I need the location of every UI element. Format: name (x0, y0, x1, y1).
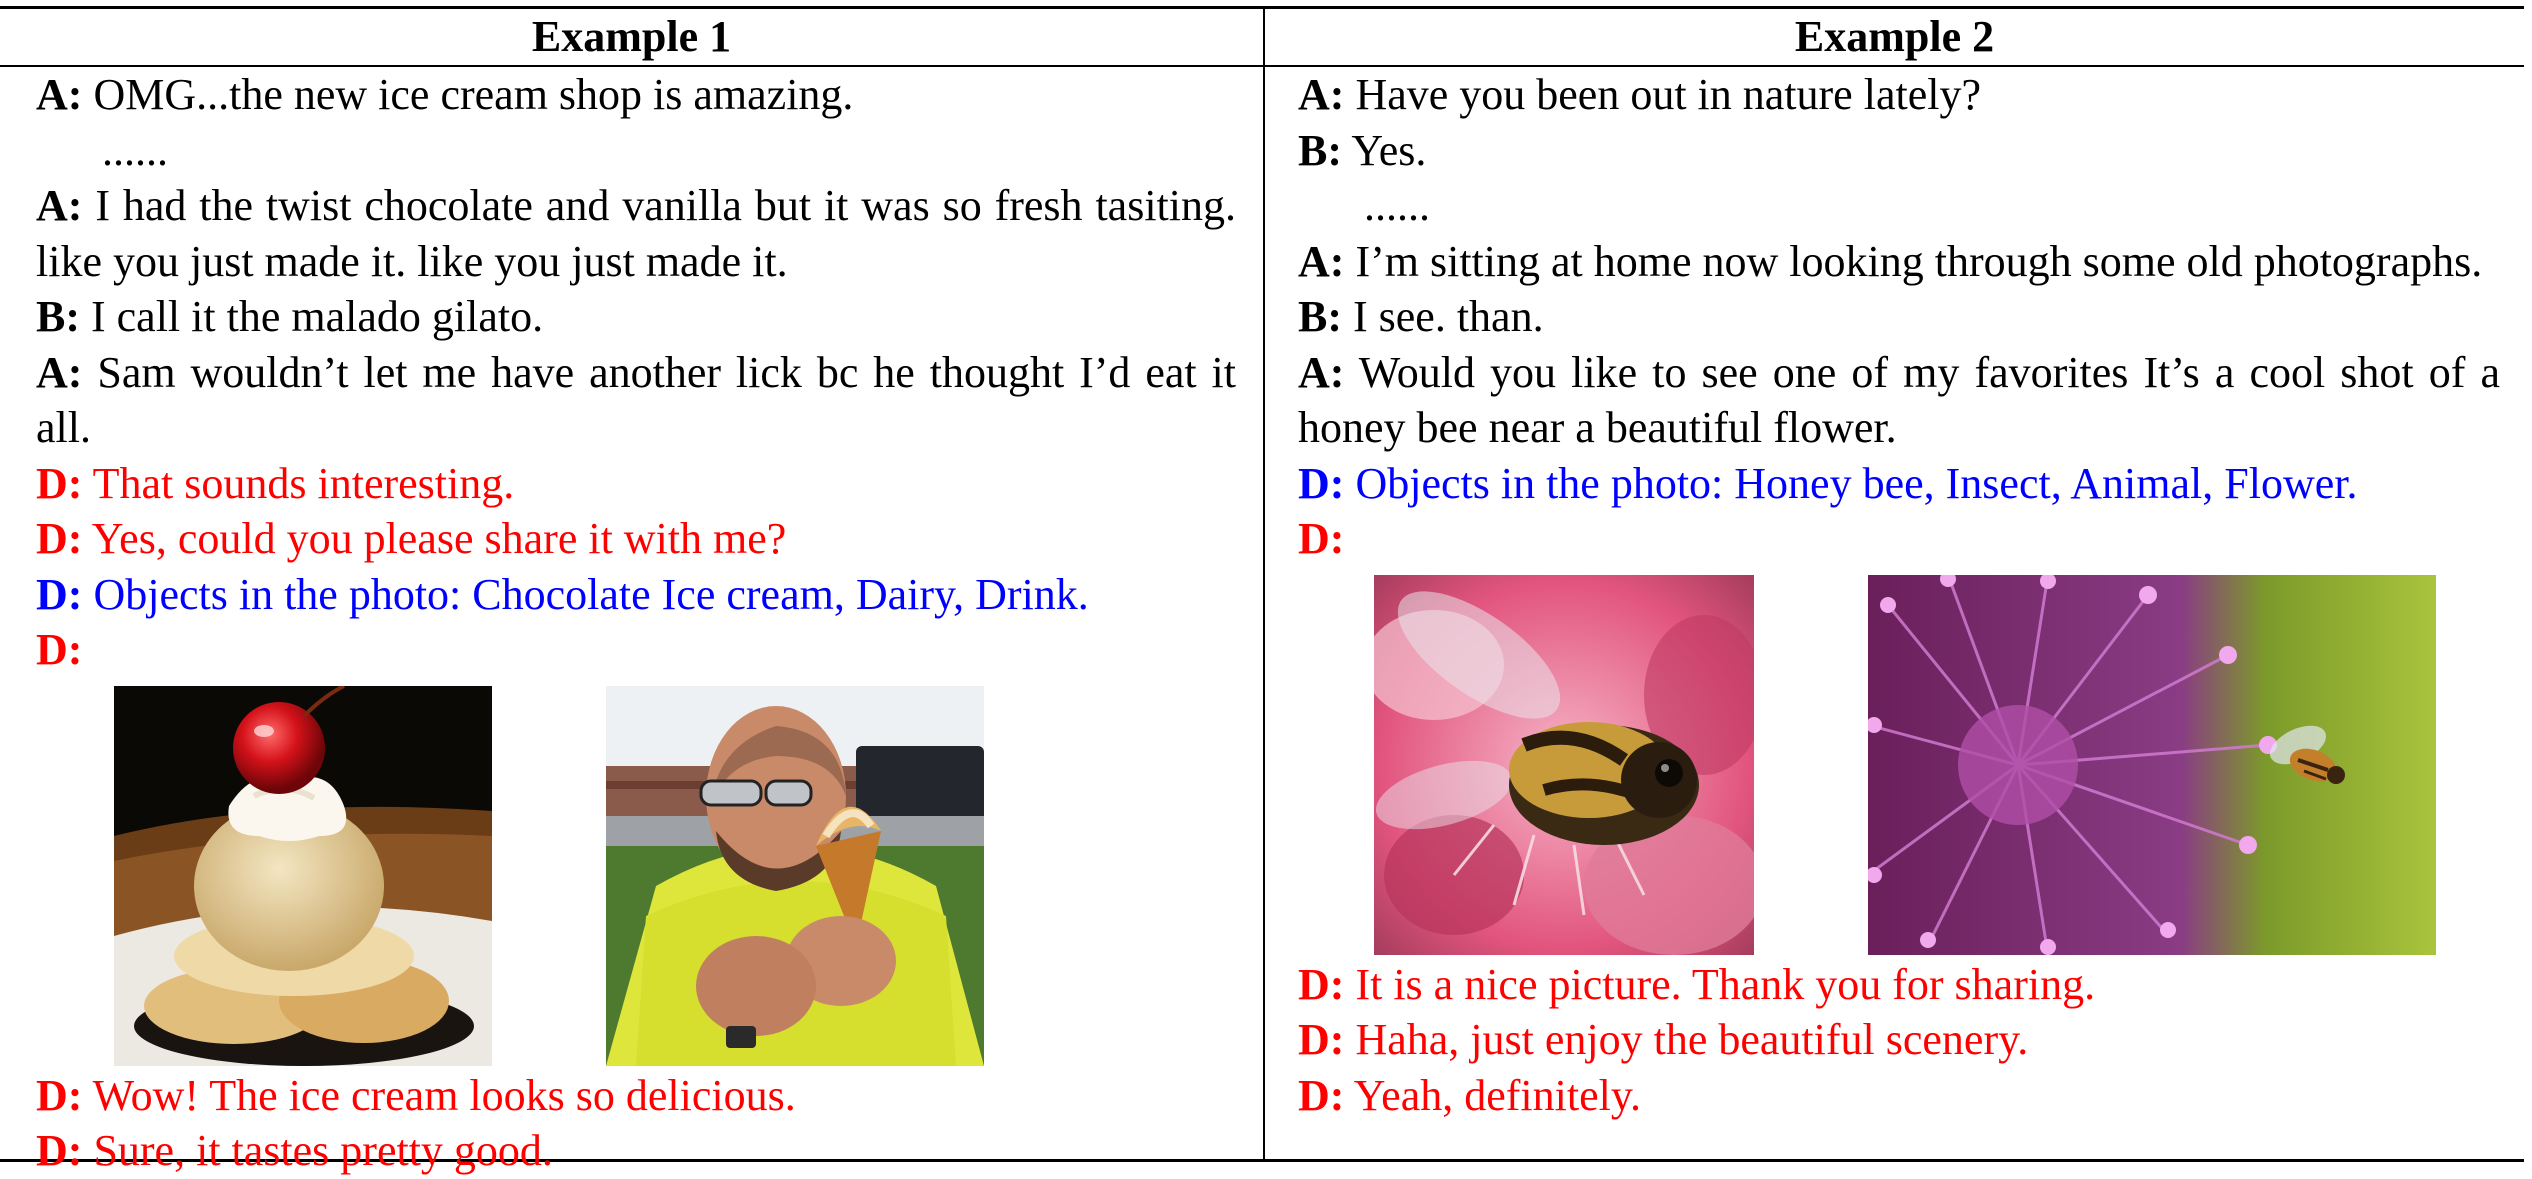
dialogue-turn: B: Yes. (1298, 125, 1427, 175)
dialogue-turn-system: D: That sounds interesting. (36, 458, 515, 508)
dialogue-turn-objects: D: Objects in the photo: Honey bee, Inse… (1298, 458, 2358, 508)
example-1-dialogue: A: OMG...the new ice cream shop is amazi… (36, 67, 1236, 1179)
dialogue-turn-system: D: Sure, it tastes pretty good. (36, 1126, 553, 1175)
dialogue-turn: A: I’m sitting at home now looking throu… (1298, 236, 2483, 286)
dialogue-turn-objects: D: Objects in the photo: Chocolate Ice c… (36, 569, 1089, 619)
dialogue-turn: A: Would you like to see one of my favor… (1298, 347, 2500, 453)
header-example-1: Example 1 (531, 12, 732, 61)
example-2-image-row (1298, 567, 2500, 957)
column-divider (1263, 9, 1265, 1159)
example-2-dialogue: A: Have you been out in nature lately? B… (1298, 67, 2500, 1123)
dialogue-turn-system: D: (1298, 514, 1345, 563)
bee-on-pink-flower-photo (1374, 574, 1754, 955)
dialogue-turn-system: D: Yeah, definitely. (1298, 1070, 1641, 1120)
dialogue-turn: A: I had the twist chocolate and vanilla… (36, 181, 1236, 286)
omitted-turns-ellipsis: ...... (1364, 181, 1430, 230)
dialogue-turn-system: D: Yes, could you please share it with m… (36, 514, 787, 563)
omitted-turns-ellipsis: ...... (102, 125, 168, 175)
dialogue-turn-system: D: Haha, just enjoy the beautiful scener… (1298, 1015, 2029, 1064)
dialogue-turn: A: OMG...the new ice cream shop is amazi… (36, 70, 854, 119)
dialogue-turn: A: Sam wouldn’t let me have another lick… (36, 347, 1236, 453)
dialogue-turn-system: D: It is a nice picture. Thank you for s… (1298, 959, 2096, 1009)
example-1-image-row (36, 678, 1236, 1068)
man-holding-ice-cream-photo (606, 685, 984, 1066)
dialogue-turn: A: Have you been out in nature lately? (1298, 70, 1981, 119)
dialogue-turn-system: D: (36, 625, 83, 674)
header-example-2: Example 2 (1794, 12, 1995, 61)
dialogue-turn: B: I call it the malado gilato. (36, 292, 544, 341)
dialogue-turn: B: I see. than. (1298, 292, 1544, 341)
table-header-row: Example 1 Example 2 (0, 9, 2524, 67)
bee-near-purple-allium-photo (1868, 574, 2436, 955)
ice-cream-dessert-photo (114, 685, 492, 1066)
dialogue-turn-system: D: Wow! The ice cream looks so delicious… (36, 1070, 796, 1120)
examples-table: Example 1 Example 2 A: OMG...the new ice… (0, 6, 2524, 1175)
